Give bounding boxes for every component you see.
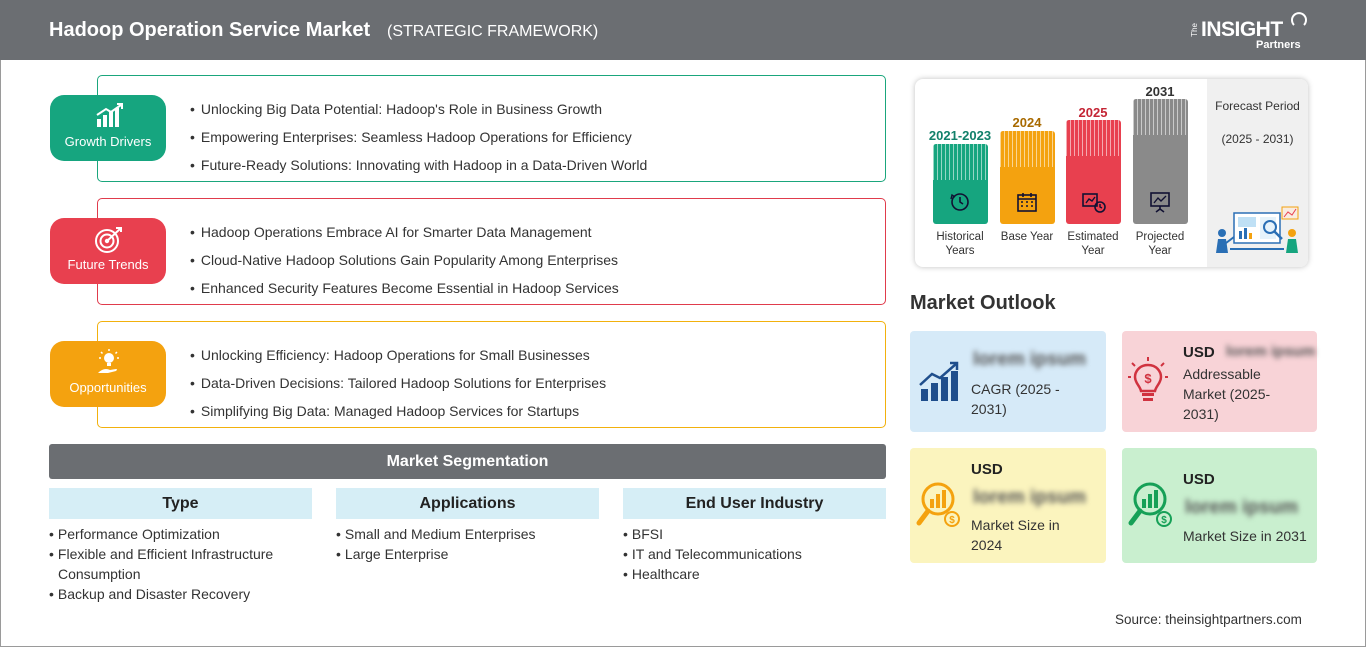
segment-header: Type xyxy=(49,488,312,519)
history-clock-icon xyxy=(950,193,969,211)
size-2024-desc: Market Size in 2024 xyxy=(971,517,1060,553)
header-bar: Hadoop Operation Service Market (STRATEG… xyxy=(0,0,1366,60)
growth-drivers-tag: Growth Drivers xyxy=(50,95,166,161)
period-year: 2021-2023 xyxy=(928,128,992,143)
list-item: Cloud-Native Hadoop Solutions Gain Popul… xyxy=(190,246,619,274)
segment-end-user-industry: End User Industry BFSI IT and Telecommun… xyxy=(623,488,886,584)
magnifier-chart-icon: $ xyxy=(1128,482,1172,527)
projected-year-bar xyxy=(1133,99,1188,224)
growth-drivers-box: Unlocking Big Data Potential: Hadoop's R… xyxy=(97,75,886,182)
period-caption: Projected Year xyxy=(1135,231,1185,257)
logo-partners: Partners xyxy=(1256,39,1301,51)
list-item: Enhanced Security Features Become Essent… xyxy=(190,274,619,302)
list-item: Unlocking Big Data Potential: Hadoop's R… xyxy=(190,95,647,123)
segmentation-title: Market Segmentation xyxy=(49,444,886,479)
size-2031-desc: Market Size in 2031 xyxy=(1183,528,1307,544)
cagr-desc: CAGR (2025 - 2031) xyxy=(971,381,1060,417)
magnifier-chart-icon: $ xyxy=(916,482,960,527)
future-trends-list: Hadoop Operations Embrace AI for Smarter… xyxy=(190,218,619,302)
logo-the: The xyxy=(1190,23,1199,37)
list-item: Hadoop Operations Embrace AI for Smarter… xyxy=(190,218,619,246)
bar-stripes xyxy=(1000,131,1055,167)
market-size-2031-card: $ USD lorem ipsum Market Size in 2031 xyxy=(1122,448,1317,563)
forecast-label: Forecast Period xyxy=(1215,99,1300,113)
addressable-market-card: $ USD lorem ipsum Addressable Market (20… xyxy=(1122,331,1317,432)
list-item: Simplifying Big Data: Managed Hadoop Ser… xyxy=(190,397,606,425)
insight-partners-logo: The INSIGHT Partners xyxy=(1190,10,1310,52)
market-size-2024-card: $ USD lorem ipsum Market Size in 2024 xyxy=(910,448,1106,563)
list-item: Unlocking Efficiency: Hadoop Operations … xyxy=(190,341,606,369)
opportunities-tag: Opportunities xyxy=(50,341,166,407)
target-icon xyxy=(95,227,122,253)
historical-bar xyxy=(933,144,988,224)
bar-stripes xyxy=(933,144,988,180)
size-2031-usd: USD xyxy=(1183,471,1215,488)
calendar-icon xyxy=(1017,193,1037,212)
svg-text:$: $ xyxy=(949,515,955,526)
list-item: Data-Driven Decisions: Tailored Hadoop S… xyxy=(190,369,606,397)
analyst-dashboard-icon xyxy=(1216,206,1299,253)
estimated-year-bar xyxy=(1066,120,1121,224)
size-2024-value: lorem ipsum xyxy=(973,487,1086,508)
future-trends-label: Future Trends xyxy=(67,257,149,272)
bar-stripes xyxy=(1133,99,1188,135)
list-item: IT and Telecommunications xyxy=(623,544,886,564)
list-item: Future-Ready Solutions: Innovating with … xyxy=(190,151,647,179)
opportunities-list: Unlocking Efficiency: Hadoop Operations … xyxy=(190,341,606,425)
size-2024-usd: USD xyxy=(971,461,1003,478)
period-caption: Base Year xyxy=(1000,231,1054,243)
period-caption: Estimated Year xyxy=(1067,231,1119,257)
growth-drivers-label: Growth Drivers xyxy=(64,134,152,149)
period-year: 2025 xyxy=(1078,105,1108,120)
list-item: Large Enterprise xyxy=(336,544,599,564)
cagr-value: lorem ipsum xyxy=(973,349,1086,370)
presentation-board-icon xyxy=(1150,192,1170,213)
period-caption: Historical Years xyxy=(936,231,984,257)
list-item: Empowering Enterprises: Seamless Hadoop … xyxy=(190,123,647,151)
period-year: 2031 xyxy=(1145,84,1175,99)
base-year-bar xyxy=(1000,131,1055,224)
lightbulb-dollar-icon: $ xyxy=(1128,357,1168,401)
market-outlook-title: Market Outlook xyxy=(910,292,1056,314)
source-link[interactable]: Source: theinsightpartners.com xyxy=(1115,612,1302,627)
growth-chart-icon xyxy=(919,361,959,401)
list-item: BFSI xyxy=(623,524,886,544)
list-item: Performance Optimization xyxy=(49,524,312,544)
list-item: Flexible and Efficient Infrastructure Co… xyxy=(49,544,312,584)
size-2031-value: lorem ipsum xyxy=(1185,497,1298,518)
list-item: Small and Medium Enterprises xyxy=(336,524,599,544)
page-subtitle: (STRATEGIC FRAMEWORK) xyxy=(387,23,599,40)
lightbulb-hand-icon xyxy=(98,349,119,373)
growth-drivers-list: Unlocking Big Data Potential: Hadoop's R… xyxy=(190,95,647,179)
opportunities-box: Unlocking Efficiency: Hadoop Operations … xyxy=(97,321,886,428)
addressable-desc: Addressable Market (2025-2031) xyxy=(1183,366,1271,422)
page-title: Hadoop Operation Service Market xyxy=(49,19,371,41)
svg-text:$: $ xyxy=(1144,371,1152,386)
segment-applications: Applications Small and Medium Enterprise… xyxy=(336,488,599,564)
future-trends-tag: Future Trends xyxy=(50,218,166,284)
growth-bars-icon xyxy=(96,103,123,127)
segment-header: Applications xyxy=(336,488,599,519)
segment-header: End User Industry xyxy=(623,488,886,519)
logo-arc-icon xyxy=(1291,12,1307,26)
list-item: Healthcare xyxy=(623,564,886,584)
list-item: Backup and Disaster Recovery xyxy=(49,584,312,604)
opportunities-label: Opportunities xyxy=(69,380,147,395)
segment-type: Type Performance Optimization Flexible a… xyxy=(49,488,312,604)
svg-text:$: $ xyxy=(1161,515,1167,526)
addressable-usd: USD xyxy=(1183,344,1215,361)
addressable-value: lorem ipsum xyxy=(1226,343,1316,360)
forecast-range: (2025 - 2031) xyxy=(1221,132,1294,146)
timeline-card: 2021-2023 Historical Years 2024 Base Yea… xyxy=(915,79,1308,267)
estimate-chart-icon xyxy=(1082,193,1106,213)
future-trends-box: Hadoop Operations Embrace AI for Smarter… xyxy=(97,198,886,305)
cagr-card: lorem ipsum CAGR (2025 - 2031) xyxy=(910,331,1106,432)
bar-stripes xyxy=(1066,120,1121,156)
